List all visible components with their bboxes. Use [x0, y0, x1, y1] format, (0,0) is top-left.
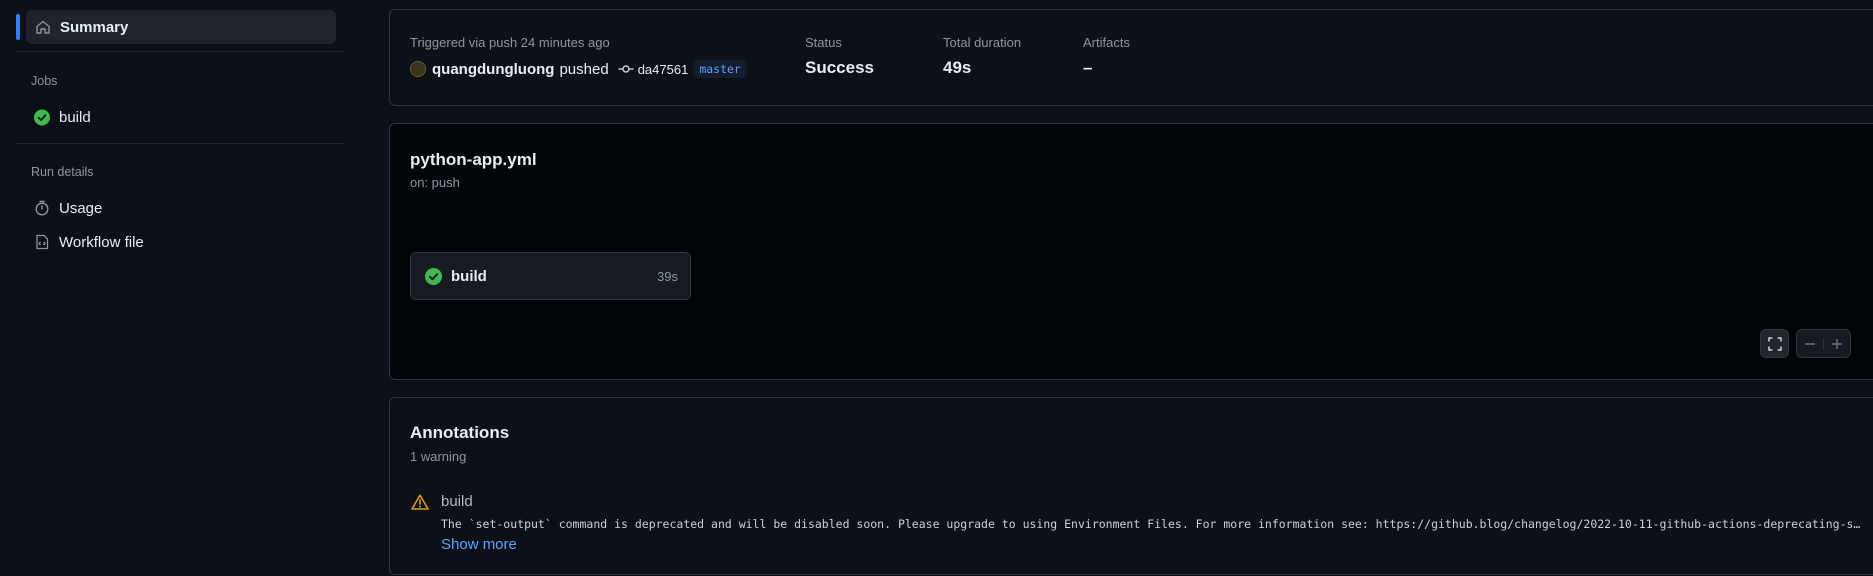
commit-sha-link[interactable]: da47561 — [638, 62, 689, 77]
duration-label: Total duration — [943, 35, 1022, 50]
minus-icon — [1804, 342, 1815, 345]
job-node-build[interactable]: build 39s — [410, 252, 691, 300]
workflow-file-name: python-app.yml — [410, 150, 537, 169]
sidebar-item-build[interactable]: build — [26, 102, 336, 132]
annotations-title: Annotations — [410, 423, 510, 442]
commit-icon — [618, 61, 634, 77]
artifacts-label: Artifacts — [1083, 35, 1130, 50]
run-details-heading: Run details — [31, 165, 94, 179]
sidebar-item-label: Usage — [59, 199, 103, 217]
home-icon — [35, 19, 51, 35]
zoom-out-button[interactable] — [1797, 337, 1824, 350]
push-action-text: pushed — [559, 60, 609, 78]
fullscreen-icon — [1767, 336, 1782, 351]
status-value: Success — [805, 58, 874, 77]
annotation-job-link[interactable]: build — [441, 493, 473, 510]
stopwatch-icon — [34, 200, 50, 216]
zoom-in-button[interactable] — [1824, 338, 1850, 350]
sidebar-item-label: build — [59, 108, 91, 126]
plus-icon — [1831, 338, 1842, 349]
sidebar: Summary Jobs build Run details Usage Wor… — [0, 0, 360, 576]
jobs-heading: Jobs — [31, 74, 58, 88]
annotations-count: 1 warning — [410, 449, 467, 464]
zoom-controls — [1796, 329, 1851, 358]
actor-link[interactable]: quangdungluong — [432, 61, 554, 78]
run-summary-card: Triggered via push 24 minutes ago quangd… — [389, 9, 1873, 106]
sidebar-divider — [16, 51, 344, 52]
sidebar-item-summary[interactable]: Summary — [16, 10, 336, 44]
fullscreen-button[interactable] — [1760, 329, 1789, 358]
trigger-text: Triggered via push 24 minutes ago — [410, 35, 610, 50]
workflow-trigger: on: push — [410, 175, 460, 190]
show-more-link[interactable]: Show more — [441, 536, 517, 553]
check-circle-icon — [34, 109, 50, 125]
push-info: quangdungluong pushed da47561 master — [410, 60, 747, 78]
sidebar-item-label: Summary — [60, 18, 129, 36]
active-indicator — [16, 14, 20, 40]
duration-value: 49s — [943, 58, 972, 77]
sidebar-item-label: Workflow file — [59, 233, 144, 251]
workflow-graph-card: python-app.yml on: push build 39s — [389, 123, 1873, 380]
job-duration: 39s — [657, 268, 678, 284]
sidebar-item-workflow-file[interactable]: Workflow file — [26, 227, 336, 257]
annotations-card: Annotations 1 warning build The `set-out… — [389, 397, 1873, 575]
sidebar-item-usage[interactable]: Usage — [26, 193, 336, 223]
avatar[interactable] — [410, 61, 426, 77]
annotation-message: The `set-output` command is deprecated a… — [441, 517, 1866, 531]
branch-badge[interactable]: master — [693, 60, 747, 78]
artifacts-value: – — [1083, 58, 1093, 77]
warning-icon — [411, 494, 429, 513]
check-circle-icon — [425, 267, 442, 285]
status-label: Status — [805, 35, 842, 50]
sidebar-divider — [16, 143, 344, 144]
file-code-icon — [34, 234, 50, 250]
job-name: build — [451, 267, 487, 285]
